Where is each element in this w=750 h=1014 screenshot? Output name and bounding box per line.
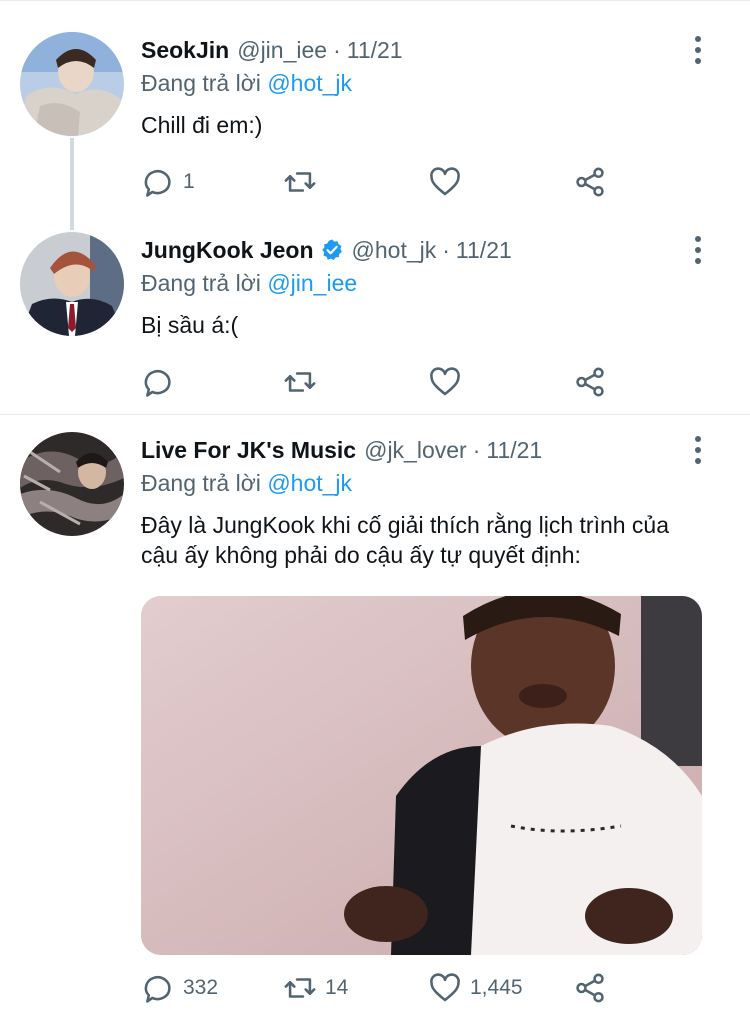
handle[interactable]: @hot_jk [352, 237, 437, 264]
more-options-button[interactable] [686, 235, 710, 265]
tweet-text: Bị sầu á:( [141, 312, 239, 338]
reply-icon [144, 976, 171, 1003]
tweet-divider [0, 414, 750, 415]
handle[interactable]: @jk_lover [364, 437, 467, 464]
handle[interactable]: @jin_iee [237, 37, 327, 64]
share-icon [576, 167, 604, 197]
tweet-actions [141, 364, 611, 400]
replying-prefix: Đang trả lời [141, 70, 261, 96]
timestamp[interactable]: 11/21 [347, 37, 403, 64]
timestamp[interactable]: 11/21 [456, 237, 512, 264]
tweet-actions: 332 14 1,445 [141, 970, 611, 1006]
reply-button[interactable]: 1 [141, 164, 195, 200]
share-button[interactable] [573, 364, 607, 400]
reply-icon [144, 170, 171, 197]
tweet-text: Chill đi em:) [141, 112, 263, 138]
retweet-icon [284, 978, 316, 998]
replying-to: Đang trả lời @hot_jk [141, 468, 710, 498]
more-vertical-icon [695, 436, 701, 442]
reply-button[interactable]: 332 [141, 970, 218, 1006]
share-icon [576, 973, 604, 1003]
separator-dot: · [333, 36, 341, 63]
more-vertical-icon [695, 236, 701, 242]
avatar[interactable] [20, 432, 124, 536]
heart-icon [430, 367, 460, 396]
display-name[interactable]: SeokJin [141, 37, 229, 64]
avatar[interactable] [20, 32, 124, 136]
retweet-icon [284, 172, 316, 192]
separator-dot: · [472, 436, 481, 463]
replying-to: Đang trả lời @hot_jk [141, 68, 710, 98]
display-name[interactable]: Live For JK's Music [141, 437, 356, 464]
replying-prefix: Đang trả lời [141, 470, 261, 496]
verified-badge-icon [321, 239, 342, 260]
like-button[interactable]: 1,445 [428, 970, 523, 1006]
top-divider [0, 0, 750, 4]
tweet-header: Live For JK's Music @jk_lover · 11/21 [141, 435, 710, 465]
share-icon [576, 367, 604, 397]
more-vertical-icon [695, 36, 701, 42]
retweet-button[interactable]: 14 [283, 970, 348, 1006]
retweet-button[interactable] [283, 164, 325, 200]
mention-link[interactable]: @jin_iee [267, 270, 357, 296]
reply-count: 332 [183, 976, 219, 999]
mention-link[interactable]: @hot_jk [267, 70, 352, 96]
reply-icon [144, 370, 171, 397]
separator-dot: · [442, 236, 450, 263]
like-button[interactable] [428, 364, 470, 400]
heart-icon [430, 973, 460, 1002]
retweet-count: 14 [325, 976, 349, 999]
tweet-header: JungKook Jeon @hot_jk · 11/21 [141, 235, 710, 265]
more-options-button[interactable] [686, 35, 710, 65]
display-name[interactable]: JungKook Jeon [141, 237, 314, 264]
share-button[interactable] [573, 970, 607, 1006]
tweet-header: SeokJin @jin_iee · 11/21 [141, 35, 710, 65]
like-button[interactable] [428, 164, 470, 200]
retweet-icon [284, 372, 316, 392]
tweet-text: Đây là JungKook khi cố giải thích rằng l… [141, 512, 670, 568]
more-options-button[interactable] [686, 435, 710, 465]
mention-link[interactable]: @hot_jk [267, 470, 352, 496]
tweet-actions: 1 [141, 164, 611, 200]
thread-line [70, 138, 74, 230]
reply-count: 1 [183, 170, 195, 193]
tweet-media-image[interactable] [141, 596, 702, 955]
like-count: 1,445 [470, 976, 523, 999]
avatar[interactable] [20, 232, 124, 336]
replying-prefix: Đang trả lời [141, 270, 261, 296]
timestamp[interactable]: 11/21 [486, 437, 542, 464]
retweet-button[interactable] [283, 364, 325, 400]
share-button[interactable] [573, 164, 607, 200]
heart-icon [430, 167, 460, 196]
reply-button[interactable] [141, 364, 183, 400]
replying-to: Đang trả lời @jin_iee [141, 268, 710, 298]
